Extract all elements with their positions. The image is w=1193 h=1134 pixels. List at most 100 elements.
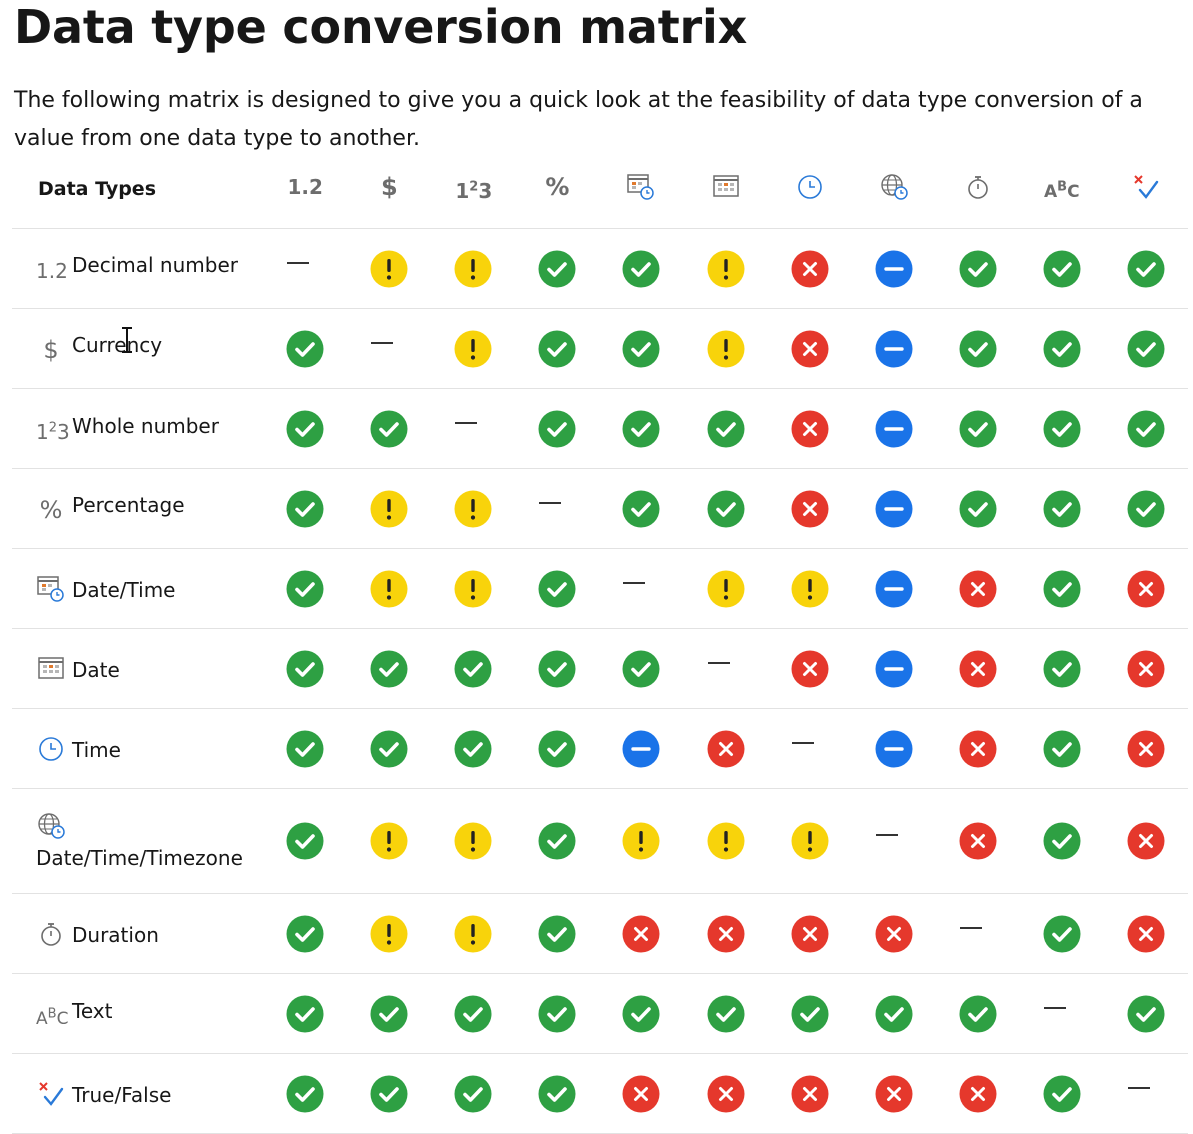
matrix-cell bbox=[347, 628, 432, 709]
check-circle-icon bbox=[286, 650, 324, 687]
row-label: Date bbox=[72, 657, 120, 682]
check-circle-icon bbox=[538, 730, 576, 767]
column-header: 1.2 bbox=[263, 150, 348, 229]
matrix-cell bbox=[851, 228, 936, 309]
error-circle-icon bbox=[959, 650, 997, 687]
matrix-cell bbox=[683, 388, 768, 469]
table-row: Date/Time bbox=[12, 548, 1188, 629]
check-circle-icon bbox=[1043, 570, 1081, 607]
text-cursor-icon bbox=[122, 327, 132, 353]
check-circle-icon bbox=[538, 915, 576, 952]
check-circle-icon bbox=[622, 250, 660, 287]
matrix-cell bbox=[683, 468, 768, 549]
matrix-cell bbox=[431, 388, 516, 469]
row-label: Date/Time bbox=[72, 577, 176, 602]
row-label: Whole number bbox=[72, 414, 219, 439]
error-circle-icon bbox=[622, 1075, 660, 1112]
matrix-cell bbox=[263, 228, 348, 309]
check-circle-icon bbox=[286, 330, 324, 367]
matrix-cell bbox=[935, 228, 1020, 309]
time-icon bbox=[36, 735, 66, 763]
matrix-cell bbox=[431, 893, 516, 974]
error-circle-icon bbox=[959, 570, 997, 607]
warning-circle-icon bbox=[707, 250, 745, 287]
check-circle-icon bbox=[538, 410, 576, 447]
check-circle-icon bbox=[1043, 250, 1081, 287]
not-applicable-circle-icon bbox=[875, 410, 913, 447]
column-header: ABC bbox=[1019, 150, 1104, 229]
error-circle-icon bbox=[1127, 570, 1165, 607]
warning-circle-icon bbox=[370, 570, 408, 607]
check-circle-icon bbox=[1043, 915, 1081, 952]
matrix-cell bbox=[263, 1053, 348, 1134]
matrix-cell bbox=[347, 1053, 432, 1134]
matrix-cell bbox=[515, 708, 600, 789]
check-circle-icon bbox=[286, 822, 324, 860]
error-circle-icon bbox=[791, 1075, 829, 1112]
not-applicable-circle-icon bbox=[875, 730, 913, 767]
row-header: True/False bbox=[12, 1053, 264, 1134]
check-circle-icon bbox=[707, 995, 745, 1032]
corner-header: Data Types bbox=[12, 150, 264, 229]
matrix-cell bbox=[851, 893, 936, 974]
column-header bbox=[767, 150, 852, 229]
check-circle-icon bbox=[286, 915, 324, 952]
error-circle-icon bbox=[707, 1075, 745, 1112]
matrix-cell bbox=[767, 708, 852, 789]
check-circle-icon bbox=[959, 490, 997, 527]
matrix-cell bbox=[1019, 628, 1104, 709]
matrix-cell bbox=[515, 893, 600, 974]
matrix-cell bbox=[683, 548, 768, 629]
column-header bbox=[1103, 150, 1188, 229]
matrix-cell bbox=[1103, 548, 1188, 629]
matrix-cell bbox=[1103, 788, 1188, 894]
check-circle-icon bbox=[538, 250, 576, 287]
check-circle-icon bbox=[959, 410, 997, 447]
column-header bbox=[935, 150, 1020, 229]
matrix-cell bbox=[515, 973, 600, 1054]
check-circle-icon bbox=[370, 995, 408, 1032]
check-circle-icon bbox=[538, 650, 576, 687]
row-header: Date/Time/Timezone bbox=[12, 788, 264, 894]
check-circle-icon bbox=[538, 822, 576, 860]
matrix-cell bbox=[347, 708, 432, 789]
matrix-cell bbox=[347, 308, 432, 389]
matrix-cell bbox=[767, 548, 852, 629]
matrix-cell bbox=[935, 388, 1020, 469]
matrix-cell bbox=[347, 468, 432, 549]
check-circle-icon bbox=[1043, 410, 1081, 447]
error-circle-icon bbox=[707, 915, 745, 952]
matrix-cell bbox=[431, 308, 516, 389]
table-row: $ Currency bbox=[12, 308, 1188, 389]
check-circle-icon bbox=[1127, 330, 1165, 367]
matrix-cell bbox=[935, 893, 1020, 974]
check-circle-icon bbox=[959, 330, 997, 367]
same-type-dash bbox=[1043, 1006, 1066, 1009]
matrix-cell bbox=[683, 628, 768, 709]
warning-circle-icon bbox=[707, 822, 745, 860]
table-row: True/False bbox=[12, 1053, 1188, 1134]
check-circle-icon bbox=[454, 650, 492, 687]
matrix-cell bbox=[599, 308, 684, 389]
text-glyph: ABC bbox=[1044, 179, 1080, 202]
matrix-cell bbox=[767, 788, 852, 894]
not-applicable-circle-icon bbox=[875, 570, 913, 607]
currency-glyph: $ bbox=[380, 173, 398, 201]
error-circle-icon bbox=[791, 650, 829, 687]
matrix-cell bbox=[935, 973, 1020, 1054]
currency-icon: $ bbox=[371, 173, 407, 205]
warning-circle-icon bbox=[454, 570, 492, 607]
column-header: % bbox=[515, 150, 600, 229]
date-time-icon bbox=[623, 173, 659, 205]
time-icon bbox=[792, 173, 828, 205]
page-title: Data type conversion matrix bbox=[14, 0, 748, 54]
matrix-cell bbox=[263, 548, 348, 629]
warning-circle-icon bbox=[370, 490, 408, 527]
column-header bbox=[683, 150, 768, 229]
check-circle-icon bbox=[454, 995, 492, 1032]
matrix-cell bbox=[1103, 388, 1188, 469]
table-row: ABC Text bbox=[12, 973, 1188, 1054]
check-circle-icon bbox=[286, 995, 324, 1032]
matrix-cell bbox=[347, 388, 432, 469]
not-applicable-circle-icon bbox=[875, 490, 913, 527]
